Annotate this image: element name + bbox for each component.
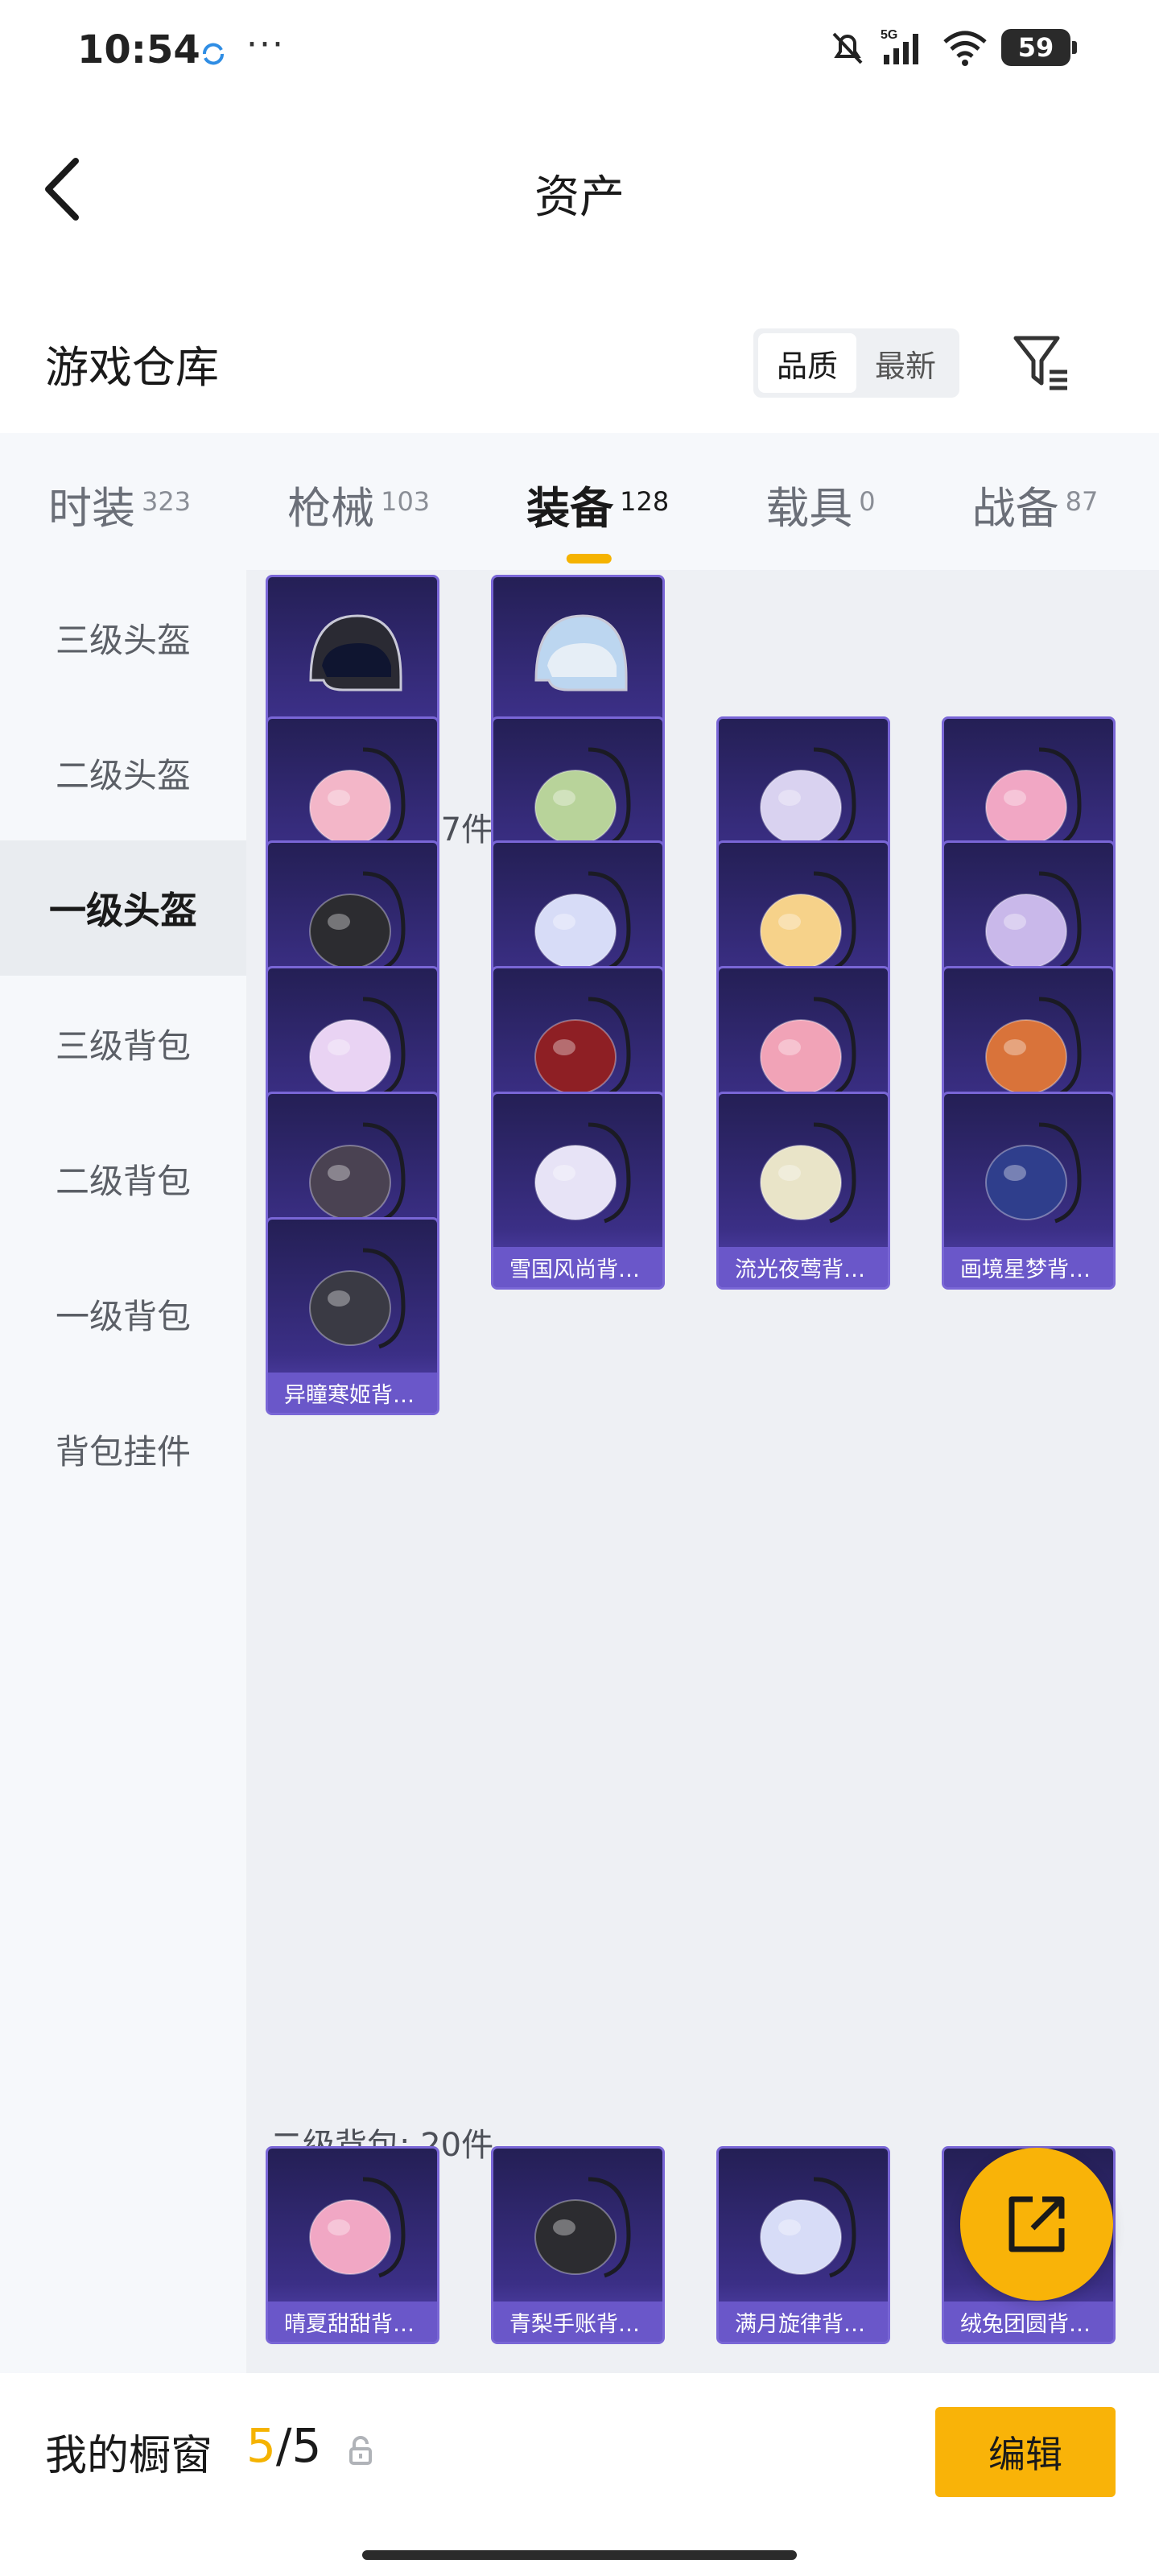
tab-firearms[interactable]: 枪械 103	[287, 468, 430, 536]
backpack-icon	[719, 1094, 888, 1252]
tab-count: 0	[859, 485, 876, 517]
showcase-total: /5	[275, 2418, 322, 2473]
status-icons: 5G 59	[827, 27, 1077, 68]
item-name: 雪国风尚背…	[493, 1247, 662, 1287]
tab-label: 装备	[526, 482, 614, 534]
item-name: 绒兔团圆背…	[944, 2301, 1113, 2342]
warehouse-title: 游戏仓库	[45, 342, 219, 393]
mute-bell-icon	[832, 32, 863, 64]
backpack-icon	[493, 1094, 662, 1252]
showcase-bar: 我的橱窗 5/5 编辑	[0, 2373, 1159, 2576]
item-card[interactable]: 流光夜莺背…	[716, 1092, 890, 1290]
showcase-count: 5/5	[246, 2418, 321, 2473]
tab-equipment[interactable]: 装备 128	[526, 468, 670, 564]
home-indicator	[362, 2550, 797, 2560]
sidebar-item-backpack-1[interactable]: 一级背包	[0, 1246, 246, 1381]
item-name: 流光夜莺背…	[719, 1247, 888, 1287]
tab-fashion[interactable]: 时装 323	[48, 468, 191, 536]
showcase-current: 5	[246, 2418, 276, 2473]
share-icon	[1008, 2196, 1065, 2252]
item-name: 满月旋律背…	[719, 2301, 888, 2342]
wifi-icon	[943, 31, 987, 66]
signal-icon: 5G	[881, 28, 918, 64]
item-name: 晴夏甜甜背…	[268, 2301, 437, 2342]
item-card[interactable]: 异瞳寒姬背…	[266, 1217, 439, 1415]
lock-icon	[349, 2436, 372, 2465]
sidebar-item-backpack-2[interactable]: 二级背包	[0, 1111, 246, 1246]
item-card[interactable]: 满月旋律背…	[716, 2146, 890, 2344]
page-title: 资产	[534, 171, 625, 224]
share-button[interactable]	[960, 2148, 1113, 2301]
backpack-icon	[944, 1094, 1113, 1252]
tab-vehicles[interactable]: 载具 0	[765, 468, 875, 536]
network-label: 5G	[881, 28, 897, 42]
backpack-icon	[268, 2149, 437, 2306]
tab-label: 载具	[765, 482, 853, 534]
sync-icon	[203, 43, 224, 65]
sort-quality-option[interactable]: 品质	[758, 333, 856, 393]
item-name: 青梨手账背…	[493, 2301, 662, 2342]
sort-toggle: 品质 最新	[753, 328, 959, 398]
item-card[interactable]: 青梨手账背…	[491, 2146, 665, 2344]
category-tabs: 时装 323 枪械 103 装备 128 载具 0 战备 87	[0, 433, 1159, 570]
sidebar-item-helmet-1[interactable]: 一级头盔	[0, 840, 246, 976]
backpack-icon	[719, 2149, 888, 2306]
sidebar-item-backpack-charm[interactable]: 背包挂件	[0, 1381, 246, 1517]
item-card[interactable]: 晴夏甜甜背…	[266, 2146, 439, 2344]
backpack-icon	[268, 1220, 437, 1377]
tab-count: 128	[620, 485, 670, 517]
warehouse-row: 游戏仓库 品质 最新	[0, 314, 1159, 411]
more-dots-icon: ···	[246, 24, 285, 65]
helmet-icon	[268, 577, 437, 735]
sidebar-item-helmet-3[interactable]: 三级头盔	[0, 570, 246, 705]
item-card[interactable]: 画境星梦背…	[942, 1092, 1116, 1290]
edit-button[interactable]: 编辑	[935, 2407, 1116, 2497]
subcategory-sidebar: 三级头盔 二级头盔 一级头盔 三级背包 二级背包 一级背包 背包挂件	[0, 570, 246, 2373]
tab-count: 87	[1065, 485, 1099, 517]
filter-icon[interactable]	[1011, 330, 1072, 394]
backpack-icon	[493, 2149, 662, 2306]
status-time: 10:54	[77, 27, 200, 72]
tab-label: 时装	[48, 482, 135, 534]
tab-count: 323	[142, 485, 192, 517]
item-name: 异瞳寒姬背…	[268, 1373, 437, 1413]
item-card[interactable]: 雪国风尚背…	[491, 1092, 665, 1290]
header: 资产	[0, 129, 1159, 250]
helmet-icon	[493, 577, 662, 735]
sidebar-item-backpack-3[interactable]: 三级背包	[0, 976, 246, 1111]
tab-active-indicator	[566, 553, 612, 564]
battery-indicator: 59	[1001, 29, 1077, 66]
item-name: 画境星梦背…	[944, 1247, 1113, 1287]
status-bar: 10:54 ··· 5G 59	[0, 0, 1159, 105]
showcase-label: 我的橱窗	[45, 2432, 213, 2480]
item-grid: 三级背包: 17件 二级背包: 20件 狂鲨锋刃头…雪国风尚头…晴夏甜甜背…青梨…	[246, 570, 1159, 2373]
sort-newest-option[interactable]: 最新	[856, 333, 955, 393]
tab-label: 枪械	[287, 482, 375, 534]
tab-supplies[interactable]: 战备 87	[972, 468, 1099, 536]
tab-label: 战备	[971, 482, 1059, 534]
tab-count: 103	[381, 485, 431, 517]
sidebar-item-helmet-2[interactable]: 二级头盔	[0, 705, 246, 840]
